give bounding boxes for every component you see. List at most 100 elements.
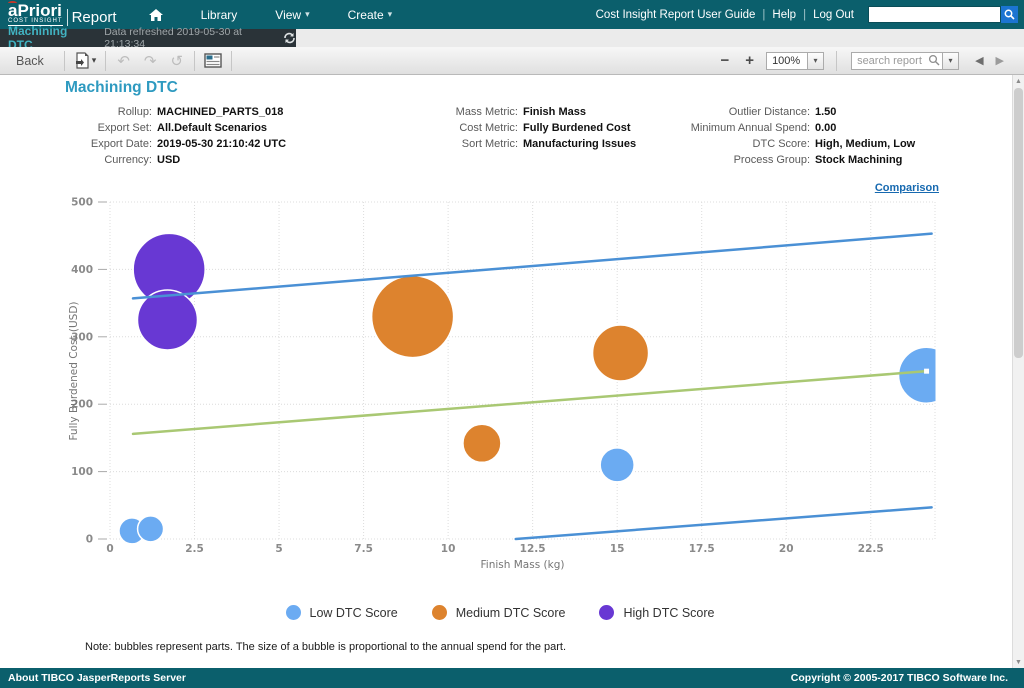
legend-item-high: High DTC Score [599, 605, 714, 620]
legend-item-low: Low DTC Score [286, 605, 398, 620]
global-search [868, 6, 1018, 23]
global-search-button[interactable] [1001, 6, 1018, 23]
viewer-toolbar: Back ▾ ↶ ↷ ↺ − + [0, 47, 1024, 75]
meta-row: Export Date: 2019-05-30 21:10:42 UTC [18, 136, 286, 152]
page-title: Machining DTC [65, 79, 178, 97]
report-search-control: ▾ [851, 51, 959, 70]
chart-note: Note: bubbles represent parts. The size … [85, 641, 566, 653]
logout-link[interactable]: Log Out [813, 9, 854, 21]
svg-text:12.5: 12.5 [520, 543, 546, 555]
svg-text:100: 100 [71, 466, 93, 478]
toolbar-separator [836, 51, 837, 71]
meta-row: Mass Metric: Finish Mass [330, 104, 636, 120]
refresh-button[interactable] [283, 32, 296, 44]
meta-row: DTC Score: High, Medium, Low [598, 136, 915, 152]
copyright-text: Copyright © 2005-2017 TIBCO Software Inc… [791, 672, 1008, 684]
bookmarks-toggle-button[interactable] [199, 51, 227, 70]
help-link[interactable]: Help [772, 9, 796, 21]
home-icon [149, 9, 163, 21]
app-window: aPriori COST INSIGHT Report Library View… [0, 0, 1024, 688]
toolbar-separator [194, 51, 195, 71]
export-caret-icon: ▾ [92, 55, 97, 66]
svg-text:Finish Mass (kg): Finish Mass (kg) [481, 559, 565, 571]
meta-row: Export Set: All.Default Scenarios [18, 120, 286, 136]
main-menu: Library View ▾ Create ▾ [163, 8, 393, 22]
meta-row: Outlier Distance: 1.50 [598, 104, 915, 120]
toolbar-separator [105, 51, 106, 71]
report-canvas: Machining DTC Rollup: MACHINED_PARTS_018… [0, 75, 1012, 668]
undo-button[interactable]: ↶ [110, 52, 137, 70]
link-separator: | [762, 9, 765, 21]
redo-button[interactable]: ↷ [137, 52, 164, 70]
vertical-scrollbar: ▲ ▼ [1012, 75, 1024, 668]
zoom-level-control: 100% ▾ [766, 52, 824, 70]
menu-create[interactable]: Create ▾ [348, 8, 393, 22]
meta-row: Rollup: MACHINED_PARTS_018 [18, 104, 286, 120]
meta-row: Process Group: Stock Machining [598, 152, 915, 168]
toolbar-separator [64, 51, 65, 71]
next-page-button[interactable]: ▶ [990, 54, 1010, 67]
svg-text:20: 20 [779, 543, 794, 555]
comparison-link[interactable]: Comparison [875, 182, 939, 194]
svg-text:22.5: 22.5 [858, 543, 884, 555]
meta-row: Minimum Annual Spend: 0.00 [598, 120, 915, 136]
meta-row: Currency: USD [18, 152, 286, 168]
menu-view[interactable]: View ▾ [275, 8, 309, 22]
zoom-level-dropdown-button[interactable]: ▾ [808, 52, 824, 70]
meta-column-middle: Mass Metric: Finish Mass Cost Metric: Fu… [330, 104, 636, 152]
report-tab-bar: Machining DTC Data refreshed 2019-05-30 … [0, 29, 1024, 47]
export-button[interactable]: ▾ [69, 50, 102, 71]
chart-legend: Low DTC Score Medium DTC Score High DTC … [0, 605, 1000, 620]
chevron-down-icon: ▾ [814, 56, 818, 65]
logo-text: aPriori [8, 3, 63, 18]
svg-text:15: 15 [610, 543, 625, 555]
chevron-down-icon: ▾ [305, 9, 310, 20]
svg-text:2.5: 2.5 [185, 543, 204, 555]
scroll-up-button[interactable]: ▲ [1013, 75, 1024, 87]
search-icon [928, 54, 940, 66]
top-navbar: aPriori COST INSIGHT Report Library View… [0, 0, 1024, 29]
apriori-logo: aPriori COST INSIGHT Report [8, 3, 117, 26]
svg-text:17.5: 17.5 [689, 543, 715, 555]
undo-all-button[interactable]: ↺ [163, 52, 190, 70]
meta-row: Sort Metric: Manufacturing Issues [330, 136, 636, 152]
svg-text:400: 400 [71, 264, 93, 276]
export-icon [74, 52, 90, 69]
bubble-chart: 010020030040050002.557.51012.51517.52022… [0, 195, 1005, 587]
report-tab: Machining DTC Data refreshed 2019-05-30 … [0, 29, 296, 47]
meta-column-left: Rollup: MACHINED_PARTS_018 Export Set: A… [18, 104, 286, 168]
meta-column-right: Outlier Distance: 1.50 Minimum Annual Sp… [598, 104, 915, 168]
link-separator: | [803, 9, 806, 21]
medium-dtc-swatch-icon [432, 605, 447, 620]
low-dtc-swatch-icon [286, 605, 301, 620]
toolbar-separator [231, 51, 232, 71]
back-button[interactable]: Back [0, 50, 60, 72]
about-link[interactable]: About TIBCO JasperReports Server [8, 672, 186, 684]
svg-text:Fully Burdened Cost (USD): Fully Burdened Cost (USD) [68, 301, 80, 440]
navbar-right: Cost Insight Report User Guide | Help | … [596, 6, 1024, 23]
meta-row: Cost Metric: Fully Burdened Cost [330, 120, 636, 136]
scroll-down-button[interactable]: ▼ [1013, 656, 1024, 668]
toolbar-right: − + 100% ▾ ▾ [713, 51, 1010, 71]
legend-item-medium: Medium DTC Score [432, 605, 566, 620]
user-guide-link[interactable]: Cost Insight Report User Guide [596, 9, 756, 21]
logo-red-accent [8, 1, 17, 5]
high-dtc-swatch-icon [599, 605, 614, 620]
svg-text:0: 0 [106, 543, 113, 555]
svg-text:7.5: 7.5 [354, 543, 373, 555]
zoom-in-button[interactable]: + [737, 52, 762, 69]
refresh-icon [283, 32, 296, 44]
zoom-out-button[interactable]: − [713, 52, 738, 69]
global-search-input[interactable] [868, 6, 1001, 23]
bubble-chart-svg: 010020030040050002.557.51012.51517.52022… [0, 195, 1005, 587]
menu-library[interactable]: Library [201, 8, 238, 22]
chevron-down-icon: ▾ [949, 56, 953, 65]
zoom-level-value[interactable]: 100% [766, 52, 808, 70]
previous-page-button[interactable]: ◀ [969, 54, 989, 67]
svg-text:0: 0 [86, 534, 93, 546]
svg-text:500: 500 [71, 197, 93, 209]
home-button[interactable] [149, 9, 163, 21]
bookmarks-panel-icon [204, 53, 222, 68]
search-options-dropdown-button[interactable]: ▾ [943, 52, 959, 70]
scrollbar-thumb[interactable] [1014, 88, 1023, 358]
